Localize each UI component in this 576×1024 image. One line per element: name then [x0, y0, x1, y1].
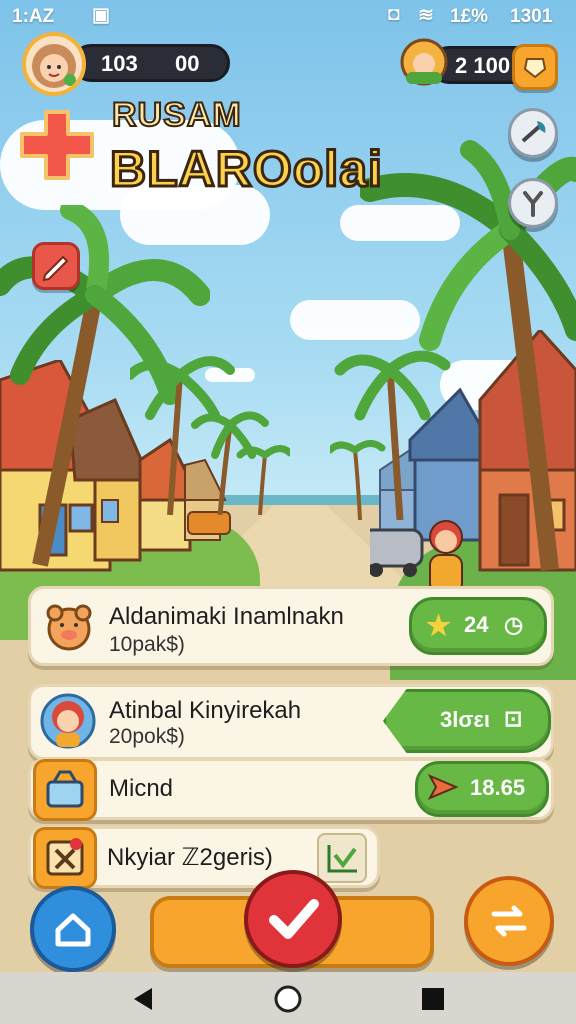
- back-icon[interactable]: [130, 986, 156, 1012]
- status-bar: 1:AZ ▣ ◘ ≋ 1£% 1301: [0, 0, 576, 34]
- swap-icon: [491, 905, 527, 937]
- wifi-icon: ≋: [418, 5, 434, 26]
- home-button[interactable]: [30, 886, 116, 972]
- game-title-line1: RUSAM: [111, 95, 242, 135]
- check-icon: [269, 899, 319, 939]
- slingshot-icon: [523, 191, 543, 217]
- reward-value: 3lσει: [440, 707, 490, 732]
- card-subtitle: 20pok$): [109, 725, 185, 748]
- card-subtitle: 10pak$): [109, 633, 185, 656]
- status-time-left: 1:AZ: [12, 6, 55, 27]
- card-title: Aldanimaki Inamlnakn: [109, 603, 344, 630]
- axe-icon: [521, 121, 546, 143]
- clock-icon: ◷: [504, 612, 524, 637]
- villager-avatar-icon: [39, 691, 97, 751]
- card-title: Atinbal Kinyirekah: [109, 697, 302, 724]
- palm-trees-distant-right: [330, 350, 451, 520]
- map-pin-icon: [33, 827, 97, 889]
- coins-value: 2 100: [455, 53, 511, 78]
- edit-button[interactable]: [32, 242, 80, 290]
- shop-basket-icon: [33, 759, 97, 821]
- medkit-icon[interactable]: [18, 108, 96, 182]
- wallet-icon: [400, 38, 448, 86]
- player-avatar[interactable]: [22, 32, 86, 96]
- palm-trees-distant: [130, 356, 290, 515]
- claim-button[interactable]: ★ 24 ◷: [409, 597, 547, 655]
- pencil-icon: [42, 255, 69, 282]
- reward-button[interactable]: 3lσει ⊡: [383, 689, 551, 753]
- confirm-button[interactable]: [244, 870, 342, 968]
- pig-icon: [41, 599, 97, 653]
- stat-b-value: 00: [175, 51, 200, 76]
- player-stats-pill: 103 00: [72, 44, 230, 82]
- slingshot-button[interactable]: [508, 178, 558, 228]
- battery-level: 1£%: [450, 6, 489, 27]
- stat-a-value: 103: [101, 51, 138, 76]
- buy-value: 18.65: [470, 775, 526, 800]
- game-title-line2: BLAROolai: [109, 140, 384, 199]
- swap-button[interactable]: [464, 876, 554, 966]
- shop-tag-icon: [523, 58, 547, 79]
- buy-button[interactable]: 18.65: [415, 761, 549, 817]
- vibrate-icon: ◘: [388, 4, 400, 25]
- status-time-right: 1301: [510, 6, 553, 27]
- add-coins-button[interactable]: [512, 44, 558, 90]
- video-icon: ⊡: [504, 706, 523, 731]
- recents-icon[interactable]: [420, 986, 446, 1012]
- card-title: Micnd: [109, 775, 174, 802]
- avatar-icon: [32, 44, 76, 88]
- arrow-icon: [426, 770, 460, 810]
- home-nav-icon[interactable]: [273, 984, 303, 1014]
- quest-card[interactable]: Atinbal Kinyirekah 20pok$) 3lσει ⊡: [28, 684, 554, 760]
- shop-card[interactable]: Micnd 18.65: [28, 758, 554, 821]
- home-icon: [55, 913, 91, 947]
- tools-button[interactable]: [508, 108, 558, 158]
- quest-card[interactable]: Aldanimaki Inamlnakn 10pak$) ★ 24 ◷: [28, 586, 554, 666]
- system-nav-bar: [0, 972, 576, 1024]
- star-icon: ★: [426, 610, 452, 641]
- claim-value: 24: [464, 612, 489, 637]
- merchant-avatar[interactable]: [398, 36, 450, 88]
- notification-icon: ▣: [92, 5, 110, 26]
- card-title: Nkyiar ℤ2geris): [107, 844, 273, 871]
